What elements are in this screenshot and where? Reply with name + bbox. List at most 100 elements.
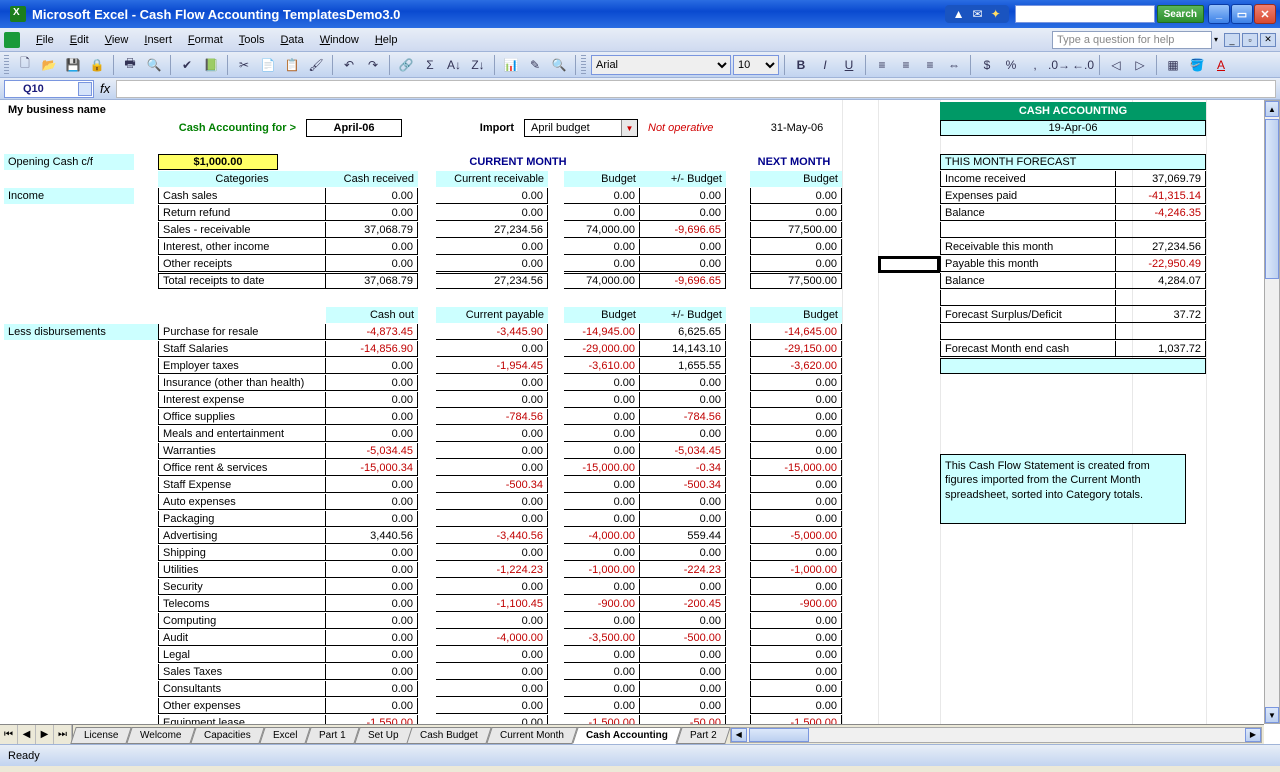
value-cell[interactable]: 0.00 xyxy=(564,579,640,595)
value-cell[interactable]: 0.00 xyxy=(326,647,418,663)
value-cell[interactable]: 0.00 xyxy=(750,239,842,255)
col-next-budget[interactable]: Budget xyxy=(750,171,842,187)
next-month-label[interactable]: NEXT MONTH xyxy=(744,154,844,170)
value-cell[interactable]: 0.00 xyxy=(326,596,418,612)
decrease-decimal-icon[interactable]: ←.0 xyxy=(1072,54,1094,76)
col-plusminus2[interactable]: +/- Budget xyxy=(640,307,726,323)
forecast-blank[interactable] xyxy=(940,222,1116,238)
value-cell[interactable]: 0.00 xyxy=(640,205,726,221)
value-cell[interactable]: -500.34 xyxy=(640,477,726,493)
value-cell[interactable]: 0.00 xyxy=(436,205,548,221)
value-cell[interactable]: 0.00 xyxy=(564,256,640,272)
value-cell[interactable]: 0.00 xyxy=(436,460,548,476)
category-cell[interactable]: Advertising xyxy=(158,528,326,544)
value-cell[interactable]: 0.00 xyxy=(640,698,726,714)
maximize-button[interactable]: ▭ xyxy=(1231,4,1253,24)
print-icon[interactable]: 🖶 xyxy=(119,54,141,76)
bold-icon[interactable]: B xyxy=(790,54,812,76)
category-cell[interactable]: Total receipts to date xyxy=(158,273,326,289)
value-cell[interactable]: 0.00 xyxy=(564,681,640,697)
value-cell[interactable]: 0.00 xyxy=(564,613,640,629)
decrease-indent-icon[interactable]: ◁ xyxy=(1105,54,1127,76)
categories-header[interactable]: Categories xyxy=(158,171,326,187)
category-cell[interactable]: Warranties xyxy=(158,443,326,459)
opening-label[interactable]: Opening Cash c/f xyxy=(4,154,134,170)
value-cell[interactable]: -3,445.90 xyxy=(436,324,548,340)
research-icon[interactable]: 📗 xyxy=(200,54,222,76)
value-cell[interactable]: 0.00 xyxy=(640,681,726,697)
import-dropdown[interactable]: April budget▼ xyxy=(524,119,638,137)
value-cell[interactable]: 0.00 xyxy=(436,681,548,697)
value-cell[interactable]: 0.00 xyxy=(436,511,548,527)
addin-icon[interactable]: ✉ xyxy=(973,7,983,21)
value-cell[interactable]: 0.00 xyxy=(564,392,640,408)
value-cell[interactable]: 0.00 xyxy=(750,409,842,425)
value-cell[interactable]: -14,856.90 xyxy=(326,341,418,357)
value-cell[interactable]: 0.00 xyxy=(436,392,548,408)
fill-color-icon[interactable]: 🪣 xyxy=(1186,54,1208,76)
cut-icon[interactable]: ✂ xyxy=(233,54,255,76)
value-cell[interactable]: 0.00 xyxy=(640,647,726,663)
value-cell[interactable]: -4,000.00 xyxy=(564,528,640,544)
value-cell[interactable]: -1,224.23 xyxy=(436,562,548,578)
value-cell[interactable]: 0.00 xyxy=(326,426,418,442)
category-cell[interactable]: Interest, other income xyxy=(158,239,326,255)
value-cell[interactable]: -15,000.00 xyxy=(564,460,640,476)
value-cell[interactable]: -15,000.34 xyxy=(326,460,418,476)
formula-input[interactable] xyxy=(116,80,1276,98)
italic-icon[interactable]: I xyxy=(814,54,836,76)
value-cell[interactable]: 0.00 xyxy=(640,511,726,527)
value-cell[interactable]: 0.00 xyxy=(750,579,842,595)
tab-prev-icon[interactable]: ◀ xyxy=(18,725,36,744)
value-cell[interactable]: 0.00 xyxy=(564,239,640,255)
doc-minimize-button[interactable]: _ xyxy=(1224,33,1240,47)
value-cell[interactable]: 0.00 xyxy=(640,545,726,561)
value-cell[interactable]: -9,696.65 xyxy=(640,273,726,289)
value-cell[interactable]: 0.00 xyxy=(326,698,418,714)
print-preview-icon[interactable]: 🔍 xyxy=(143,54,165,76)
value-cell[interactable]: 0.00 xyxy=(750,477,842,493)
scroll-down-icon[interactable]: ▼ xyxy=(1265,707,1279,723)
value-cell[interactable]: 0.00 xyxy=(326,630,418,646)
scroll-thumb[interactable] xyxy=(1265,119,1279,279)
align-right-icon[interactable]: ≡ xyxy=(919,54,941,76)
category-cell[interactable]: Office supplies xyxy=(158,409,326,425)
value-cell[interactable]: 0.00 xyxy=(326,256,418,272)
value-cell[interactable]: 0.00 xyxy=(564,205,640,221)
value-cell[interactable]: -15,000.00 xyxy=(750,460,842,476)
sort-desc-icon[interactable]: Z↓ xyxy=(467,54,489,76)
copy-icon[interactable]: 📄 xyxy=(257,54,279,76)
worksheet-area[interactable]: My business nameCash Accounting for >Apr… xyxy=(0,100,1280,744)
category-cell[interactable]: Legal xyxy=(158,647,326,663)
value-cell[interactable]: 0.00 xyxy=(436,579,548,595)
doc-close-button[interactable]: ✕ xyxy=(1260,33,1276,47)
fx-icon[interactable]: fx xyxy=(100,81,110,96)
forecast-blank[interactable] xyxy=(1116,222,1206,238)
col-plusminus[interactable]: +/- Budget xyxy=(640,171,726,187)
addin-icon[interactable]: ✦ xyxy=(991,7,1001,21)
minimize-button[interactable]: _ xyxy=(1208,4,1230,24)
category-cell[interactable]: Packaging xyxy=(158,511,326,527)
sheet-tab[interactable]: Part 1 xyxy=(305,727,359,744)
doc-restore-button[interactable]: ▫ xyxy=(1242,33,1258,47)
value-cell[interactable]: 0.00 xyxy=(640,256,726,272)
align-center-icon[interactable]: ≡ xyxy=(895,54,917,76)
category-cell[interactable]: Computing xyxy=(158,613,326,629)
value-cell[interactable]: -3,620.00 xyxy=(750,358,842,374)
category-cell[interactable]: Sales - receivable xyxy=(158,222,326,238)
forecast-label[interactable]: Balance xyxy=(940,273,1116,289)
category-cell[interactable]: Telecoms xyxy=(158,596,326,612)
value-cell[interactable]: -3,610.00 xyxy=(564,358,640,374)
forecast-blank[interactable] xyxy=(1116,324,1206,340)
value-cell[interactable]: 14,143.10 xyxy=(640,341,726,357)
category-cell[interactable]: Cash sales xyxy=(158,188,326,204)
col-budget[interactable]: Budget xyxy=(564,171,640,187)
value-cell[interactable]: -1,954.45 xyxy=(436,358,548,374)
vertical-scrollbar[interactable]: ▲ ▼ xyxy=(1264,100,1280,724)
value-cell[interactable]: 0.00 xyxy=(326,494,418,510)
open-icon[interactable]: 📂 xyxy=(38,54,60,76)
value-cell[interactable]: -3,440.56 xyxy=(436,528,548,544)
autosum-icon[interactable]: Σ xyxy=(419,54,441,76)
value-cell[interactable]: 0.00 xyxy=(640,613,726,629)
value-cell[interactable]: 0.00 xyxy=(750,494,842,510)
